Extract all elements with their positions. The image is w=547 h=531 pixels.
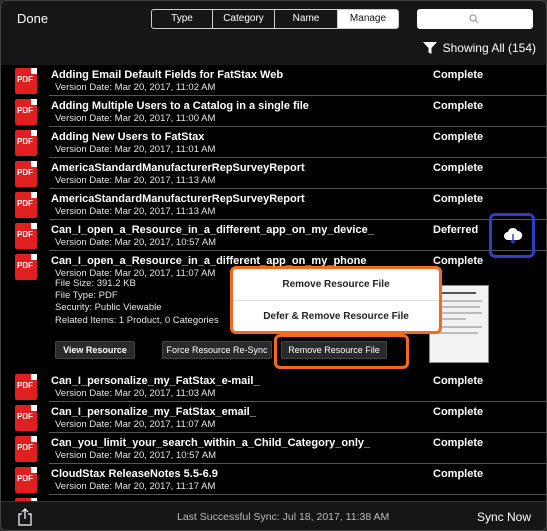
item-title: Adding Email Default Fields for FatStax … <box>51 69 284 81</box>
item-date: Version Date: Mar 20, 2017, 11:03 AM <box>55 388 216 399</box>
app-window: Done Type Category Name Manage Showing A… <box>0 0 547 531</box>
item-date: Version Date: Mar 20, 2017, 11:13 AM <box>55 206 216 217</box>
item-status: Complete <box>433 375 484 387</box>
item-status: Complete <box>433 193 484 205</box>
item-date: Version Date: Mar 20, 2017, 10:57 AM <box>55 450 217 461</box>
remove-options-popup: Remove Resource File Defer & Remove Reso… <box>230 266 442 334</box>
menu-item-remove-resource-file[interactable]: Remove Resource File <box>233 269 439 300</box>
list-item[interactable]: PDF Can_you_limit_your_search_within_a_C… <box>1 433 546 464</box>
item-title: CloudStax ReleaseNotes 5.5-6.9 <box>51 468 218 480</box>
related-items: Related Items: 1 Product, 0 Categories <box>55 314 219 326</box>
search-input[interactable] <box>417 9 533 29</box>
item-title: Can_I_personalize_my_FatStax_e-mail_ <box>51 375 260 387</box>
pdf-file-icon: PDF <box>15 130 37 156</box>
pdf-file-icon: PDF <box>15 254 37 280</box>
pdf-file-icon: PDF <box>15 192 37 218</box>
sync-now-button[interactable]: Sync Now <box>477 510 531 524</box>
showing-count: Showing All (154) <box>442 41 536 55</box>
item-status: Deferred <box>433 224 479 236</box>
item-date: Version Date: Mar 20, 2017, 11:00 AM <box>55 113 216 124</box>
file-size: File Size: 391.2 KB <box>55 278 136 289</box>
filter-status[interactable]: Showing All (154) <box>422 41 536 55</box>
list-item[interactable]: PDF AmericaStandardManufacturerRepSurvey… <box>1 189 546 220</box>
item-status: Complete <box>433 255 484 267</box>
item-title: Adding Multiple Users to a Catalog in a … <box>51 100 309 112</box>
bottom-bar: Last Successful Sync: Jul 18, 2017, 11:3… <box>1 501 546 530</box>
tab-manage[interactable]: Manage <box>338 10 398 28</box>
item-status: Complete <box>433 162 484 174</box>
item-status: Complete <box>433 131 484 143</box>
pdf-file-icon: PDF <box>15 436 37 462</box>
list-item[interactable]: PDF AmericaStandardManufacturerRepSurvey… <box>1 158 546 189</box>
list-item[interactable]: PDF Adding Multiple Users to a Catalog i… <box>1 96 546 127</box>
item-status: Complete <box>433 69 484 81</box>
highlight-frame <box>274 334 409 369</box>
tab-name[interactable]: Name <box>275 10 338 28</box>
security-level: Security: Public Viewable <box>55 302 162 314</box>
list-item[interactable]: PDF Adding Email Default Fields for FatS… <box>1 65 546 96</box>
item-title: Adding New Users to FatStax <box>51 131 205 143</box>
item-title: Can_I_personalize_my_FatStax_email_ <box>51 406 256 418</box>
item-title: Can_I_open_a_Resource_in_a_different_app… <box>51 224 374 236</box>
pdf-file-icon: PDF <box>15 223 37 249</box>
item-status: Complete <box>433 437 484 449</box>
top-bar: Done Type Category Name Manage Showing A… <box>1 1 546 65</box>
tab-type[interactable]: Type <box>152 10 213 28</box>
view-resource-button[interactable]: View Resource <box>55 341 135 359</box>
item-title: Can_you_limit_your_search_within_a_Child… <box>51 437 371 449</box>
list-item[interactable]: PDF Can_I_personalize_my_FatStax_e-mail_… <box>1 371 546 402</box>
force-resync-button[interactable]: Force Resource Re-Sync <box>162 341 272 359</box>
item-title: AmericaStandardManufacturerRepSurveyRepo… <box>51 193 305 205</box>
pdf-file-icon: PDF <box>15 405 37 431</box>
item-status: Complete <box>433 468 484 480</box>
search-icon <box>469 14 479 24</box>
item-date: Version Date: Mar 20, 2017, 11:13 AM <box>55 175 216 186</box>
pdf-file-icon: PDF <box>15 467 37 493</box>
pdf-file-icon: PDF <box>15 374 37 400</box>
download-button[interactable] <box>489 213 535 258</box>
cloud-download-icon <box>504 227 523 244</box>
share-button[interactable] <box>17 508 33 530</box>
segmented-control: Type Category Name Manage <box>151 9 399 29</box>
filter-icon <box>422 42 437 54</box>
item-date: Version Date: Mar 20, 2017, 11:07 AM <box>55 419 216 430</box>
item-details: File Size: 391.2 KB File Type: PDF Secur… <box>55 278 219 327</box>
file-type: File Type: PDF <box>55 290 118 302</box>
pdf-file-icon: PDF <box>15 161 37 187</box>
list-item[interactable]: PDF CloudStax ReleaseNotes 5.5-6.9 Versi… <box>1 464 546 495</box>
item-date: Version Date: Mar 20, 2017, 11:02 AM <box>55 82 216 93</box>
share-icon <box>18 508 32 526</box>
last-sync-status: Last Successful Sync: Jul 18, 2017, 11:3… <box>177 511 390 523</box>
pdf-file-icon: PDF <box>15 68 37 94</box>
list-item[interactable]: PDF Adding New Users to FatStax Version … <box>1 127 546 158</box>
list-item[interactable]: PDF Can_I_personalize_my_FatStax_email_ … <box>1 402 546 433</box>
item-date: Version Date: Mar 20, 2017, 10:57 AM <box>55 237 217 248</box>
menu-item-defer-remove-resource-file[interactable]: Defer & Remove Resource File <box>233 301 439 332</box>
item-date: Version Date: Mar 20, 2017, 11:01 AM <box>55 144 216 155</box>
tab-category[interactable]: Category <box>213 10 275 28</box>
list-item[interactable]: PDF Can_I_open_a_Resource_in_a_different… <box>1 220 546 251</box>
done-button[interactable]: Done <box>17 11 48 26</box>
item-status: Complete <box>433 406 484 418</box>
item-title: AmericaStandardManufacturerRepSurveyRepo… <box>51 162 305 174</box>
item-date: Version Date: Mar 20, 2017, 11:17 AM <box>55 481 216 492</box>
pdf-file-icon: PDF <box>15 99 37 125</box>
item-status: Complete <box>433 100 484 112</box>
